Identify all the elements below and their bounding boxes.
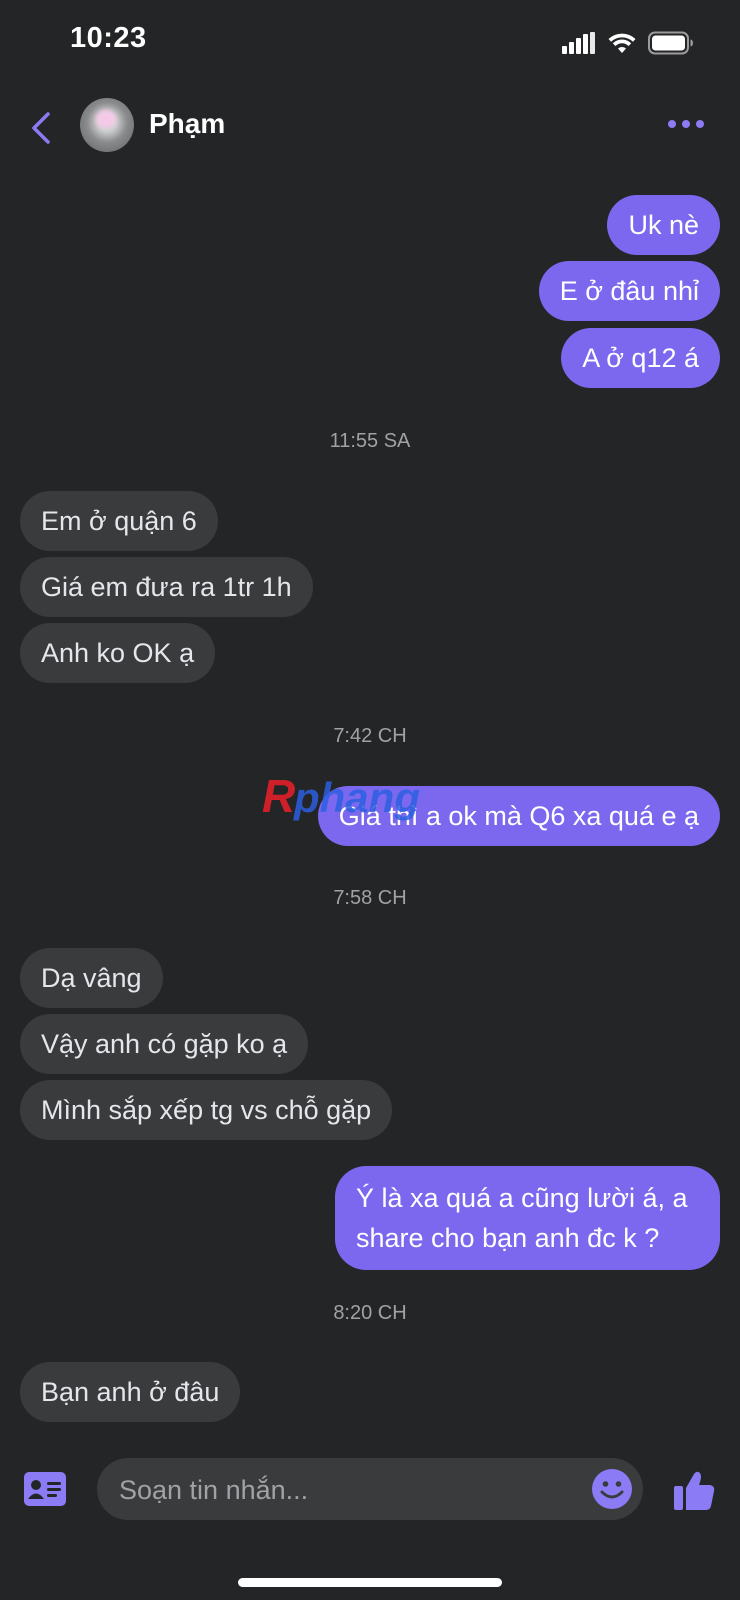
message-incoming[interactable]: Giá em đưa ra 1tr 1h — [20, 557, 313, 617]
message-input-container — [97, 1458, 643, 1522]
message-outgoing[interactable]: A ở q12 á — [561, 328, 720, 388]
message-incoming[interactable]: Em ở quận 6 — [20, 491, 218, 551]
message-outgoing[interactable]: Uk nè — [607, 195, 720, 255]
emoji-icon — [592, 1469, 632, 1509]
chat-header: Phạm — [0, 84, 740, 172]
more-options-button[interactable] — [668, 120, 704, 128]
back-button[interactable] — [24, 104, 60, 152]
message-timestamp: 11:55 SA — [329, 430, 411, 452]
contact-card-icon — [24, 1472, 66, 1506]
chevron-left-icon — [32, 112, 50, 144]
message-timestamp: 7:58 CH — [333, 887, 407, 909]
more-dot — [682, 120, 690, 128]
status-time: 10:23 — [70, 22, 147, 54]
home-indicator — [238, 1578, 502, 1587]
thumbs-up-icon — [674, 1471, 715, 1510]
contact-card-button[interactable] — [24, 1472, 66, 1506]
message-timestamp: 8:20 CH — [333, 1302, 407, 1324]
composer — [0, 1440, 740, 1540]
more-dot — [696, 120, 704, 128]
message-incoming[interactable]: Vậy anh có gặp ko ạ — [20, 1014, 309, 1074]
status-icons — [562, 30, 694, 56]
status-bar: 10:23 — [0, 0, 740, 84]
message-outgoing[interactable]: Ý là xa quá a cũng lười á, a share cho b… — [335, 1166, 720, 1270]
contact-name[interactable]: Phạm — [149, 108, 225, 140]
message-outgoing[interactable]: E ở đâu nhỉ — [538, 261, 720, 321]
svg-text:R: R — [262, 770, 295, 822]
more-horizontal-icon — [668, 120, 676, 128]
message-outgoing[interactable]: Giá thì a ok mà Q6 xa quá e ạ — [317, 786, 720, 846]
message-input[interactable] — [117, 1458, 561, 1522]
message-incoming[interactable]: Dạ vâng — [20, 948, 163, 1008]
message-timestamp: 7:42 CH — [333, 725, 407, 747]
signal-icon — [562, 32, 595, 54]
chat-screen: 10:23 Phạm Uk nè E ở đâu nhỉ A ở q12 á 1… — [0, 0, 740, 1600]
avatar-blur — [96, 110, 116, 128]
wifi-icon — [608, 33, 636, 53]
like-button[interactable] — [672, 1468, 716, 1512]
message-incoming[interactable]: Mình sắp xếp tg vs chỗ gặp — [20, 1080, 393, 1140]
message-incoming[interactable]: Anh ko OK ạ — [20, 623, 216, 683]
emoji-button[interactable] — [591, 1468, 633, 1510]
contact-avatar[interactable] — [80, 98, 134, 152]
battery-icon — [648, 31, 693, 55]
message-incoming[interactable]: Bạn anh ở đâu — [20, 1362, 241, 1422]
